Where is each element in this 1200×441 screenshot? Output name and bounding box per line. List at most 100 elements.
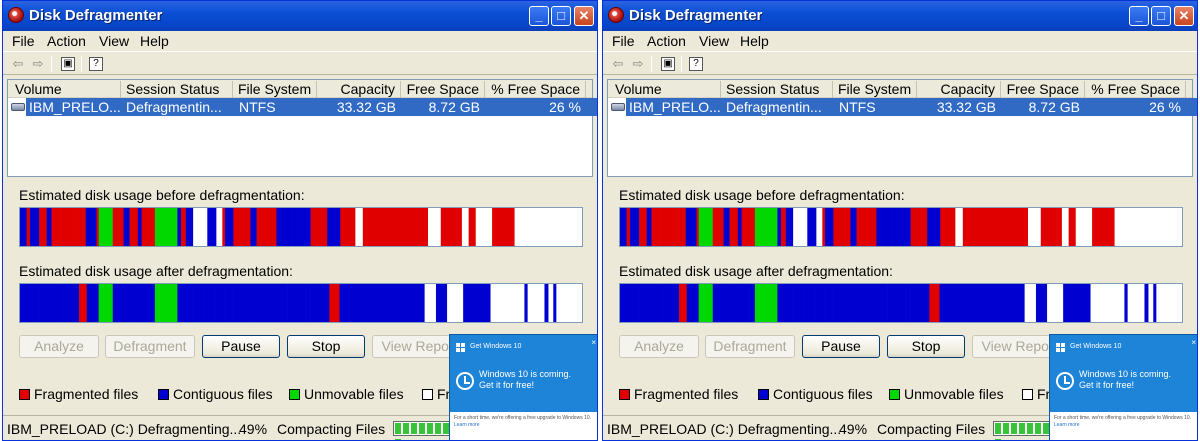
before-usage-graphic — [620, 208, 1183, 246]
column-free-space[interactable]: Free Space — [401, 81, 485, 98]
usage-segment — [1117, 284, 1125, 322]
usage-segment — [329, 284, 340, 322]
menu-view[interactable]: View — [699, 33, 729, 49]
minimize-button[interactable]: _ — [529, 6, 549, 26]
menu-action[interactable]: Action — [647, 33, 686, 49]
close-button[interactable]: ✕ — [1174, 6, 1194, 26]
column-file-system[interactable]: File System — [233, 81, 317, 98]
menu-help[interactable]: Help — [740, 33, 769, 49]
usage-segment — [256, 208, 264, 246]
stop-button[interactable]: Stop — [287, 335, 365, 358]
column-pct-free-space[interactable]: % Free Space — [1085, 81, 1186, 98]
volume-row[interactable]: IBM_PRELO... Defragmentin... NTFS 33.32 … — [8, 98, 597, 116]
usage-segment — [1148, 284, 1154, 322]
progress-block — [435, 423, 441, 434]
contiguous-swatch — [758, 389, 769, 400]
cell-status: Defragmentin... — [126, 99, 222, 115]
back-arrow-icon[interactable]: ⇦ — [609, 55, 627, 73]
minimize-button[interactable]: _ — [1129, 6, 1149, 26]
windows10-notification[interactable]: × Get Windows 10 Windows 10 is coming. Ge… — [1049, 334, 1197, 440]
menu-view[interactable]: View — [99, 33, 129, 49]
learn-more-link[interactable]: Learn more — [1054, 422, 1080, 428]
column-volume[interactable]: Volume — [8, 81, 121, 98]
volume-row[interactable]: IBM_PRELO... Defragmentin... NTFS 33.32 … — [608, 98, 1197, 116]
usage-segment — [666, 208, 675, 246]
usage-segment — [65, 284, 75, 322]
defragment-button[interactable]: Defragment — [705, 335, 795, 358]
usage-segment — [729, 284, 737, 322]
column-capacity[interactable]: Capacity — [317, 81, 401, 98]
usage-segment — [499, 284, 504, 322]
usage-segment — [824, 284, 829, 322]
defragment-button[interactable]: Defragment — [105, 335, 195, 358]
usage-segment — [92, 284, 97, 322]
usage-segment — [815, 284, 825, 322]
usage-segment — [777, 208, 782, 246]
unmovable-swatch — [289, 389, 300, 400]
usage-segment — [29, 208, 37, 246]
analyze-button[interactable]: Analyze — [619, 335, 699, 358]
cell-capacity: 33.32 GB — [336, 99, 396, 115]
after-usage-bar — [19, 283, 583, 323]
usage-segment — [646, 208, 652, 246]
usage-segment — [295, 284, 301, 322]
column-free-space[interactable]: Free Space — [1001, 81, 1085, 98]
properties-icon[interactable]: ▣ — [661, 57, 675, 71]
close-button[interactable]: ✕ — [574, 6, 594, 26]
usage-segment — [910, 208, 919, 246]
close-icon[interactable]: × — [1191, 338, 1196, 347]
maximize-button[interactable]: □ — [1151, 6, 1171, 26]
title-bar[interactable]: Disk Defragmenter _ □ ✕ — [603, 1, 1197, 31]
usage-segment — [841, 284, 849, 322]
usage-segment — [310, 284, 321, 322]
usage-segment — [227, 284, 233, 322]
usage-segment — [735, 284, 744, 322]
back-arrow-icon[interactable]: ⇦ — [9, 55, 27, 73]
usage-segment — [548, 284, 554, 322]
close-icon[interactable]: × — [591, 338, 596, 347]
progress-block — [411, 423, 417, 434]
usage-segment — [306, 284, 311, 322]
usage-segment — [355, 208, 364, 246]
windows10-notification[interactable]: × Get Windows 10 Windows 10 is coming. Ge… — [449, 334, 597, 440]
progress-block — [1027, 423, 1033, 434]
column-capacity[interactable]: Capacity — [917, 81, 1001, 98]
usage-segment — [349, 208, 356, 246]
menu-file[interactable]: File — [612, 33, 635, 49]
cell-free-space: 8.72 GB — [428, 99, 480, 115]
usage-segment — [939, 284, 947, 322]
analyze-button[interactable]: Analyze — [19, 335, 99, 358]
help-icon[interactable]: ? — [89, 57, 103, 71]
forward-arrow-icon[interactable]: ⇨ — [29, 55, 47, 73]
forward-arrow-icon[interactable]: ⇨ — [629, 55, 647, 73]
menu-file[interactable]: File — [12, 33, 35, 49]
usage-segment — [492, 208, 515, 246]
before-usage-bar — [19, 207, 583, 247]
usage-segment — [1071, 284, 1082, 322]
pause-button[interactable]: Pause — [802, 335, 880, 358]
menu-help[interactable]: Help — [140, 33, 169, 49]
learn-more-link[interactable]: Learn more — [454, 422, 480, 428]
properties-icon[interactable]: ▣ — [61, 57, 75, 71]
usage-segment — [816, 208, 821, 246]
column-volume[interactable]: Volume — [608, 81, 721, 98]
usage-segment — [20, 284, 30, 322]
help-icon[interactable]: ? — [689, 57, 703, 71]
toolbar: ⇦ ⇨ ▣ ? — [603, 51, 1197, 75]
status-percent: 49% — [839, 421, 868, 437]
title-bar[interactable]: Disk Defragmenter _ □ ✕ — [3, 1, 597, 31]
column-session-status[interactable]: Session Status — [121, 81, 233, 98]
maximize-button[interactable]: □ — [551, 6, 571, 26]
usage-segment — [832, 284, 842, 322]
stop-button[interactable]: Stop — [887, 335, 965, 358]
menu-action[interactable]: Action — [47, 33, 86, 49]
pause-button[interactable]: Pause — [202, 335, 280, 358]
volume-list: Volume Session Status File System Capaci… — [607, 79, 1197, 177]
usage-segment — [876, 208, 882, 246]
column-pct-free-space[interactable]: % Free Space — [485, 81, 586, 98]
usage-segment — [66, 208, 75, 246]
column-file-system[interactable]: File System — [833, 81, 917, 98]
column-session-status[interactable]: Session Status — [721, 81, 833, 98]
before-label: Estimated disk usage before defragmentat… — [19, 187, 305, 203]
cell-free-space: 8.72 GB — [1028, 99, 1080, 115]
